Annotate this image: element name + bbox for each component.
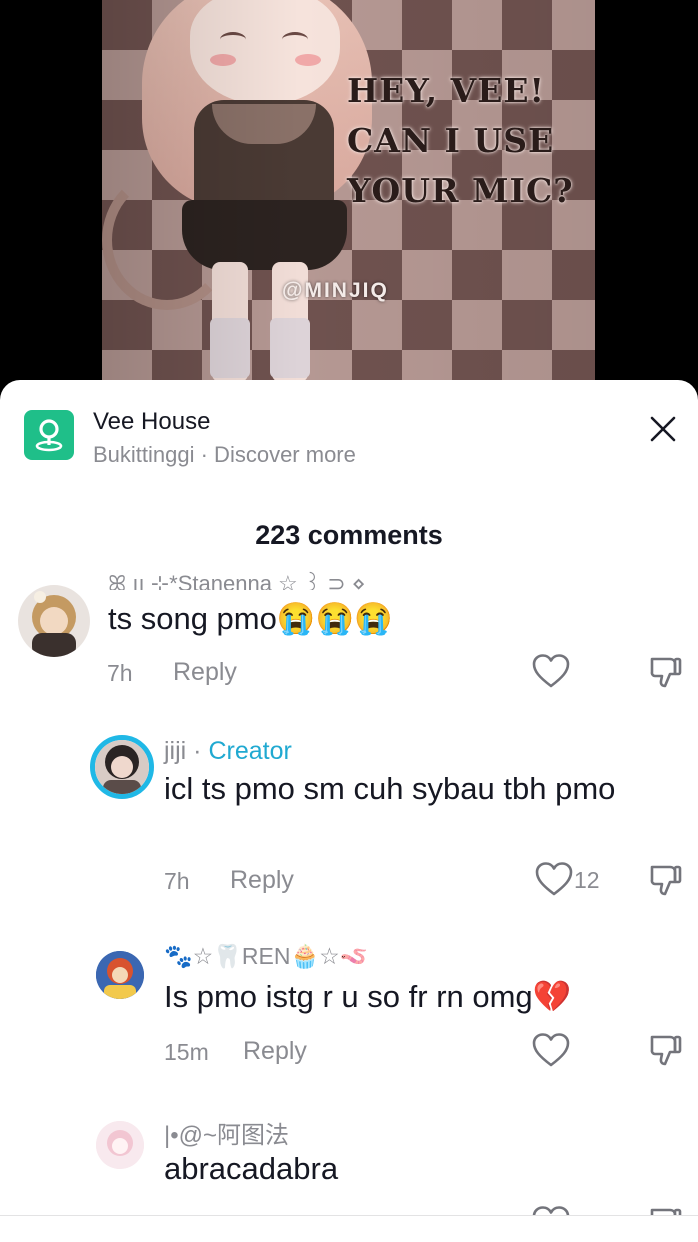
like-button[interactable]	[531, 1032, 571, 1068]
heart-icon	[532, 1033, 570, 1067]
comments-count: 223 comments	[255, 520, 443, 550]
reply-button[interactable]: Reply	[243, 1037, 307, 1066]
video-caption: HEY, VEE! CAN I USE YOUR MIC?	[347, 71, 574, 210]
reply-button[interactable]: Reply	[173, 658, 237, 687]
comment-username: jiji · Creator	[164, 737, 292, 766]
comment-username[interactable]: ꕤ ıı ⊹*Stanenna ☆ ꒱ ⊃ ⋄	[108, 568, 366, 590]
username-separator: ·	[193, 737, 202, 765]
place-title: Vee House	[93, 408, 211, 435]
comment-text: icl ts pmo sm cuh sybau tbh pmo	[164, 771, 616, 806]
heart-icon	[535, 862, 573, 896]
place-anchor[interactable]: Vee House Bukittinggi · Discover more	[24, 408, 698, 468]
video-player[interactable]: HEY, VEE! CAN I USE YOUR MIC? @MINJIQ	[102, 0, 595, 385]
comment-text: Is pmo istg r u so fr rn omg💔	[164, 979, 572, 1014]
creator-badge: Creator	[208, 737, 292, 765]
heart-icon	[532, 654, 570, 688]
location-pin-icon	[24, 410, 74, 460]
video-watermark: @MINJIQ	[282, 279, 389, 302]
like-button[interactable]	[534, 861, 574, 897]
comment-username[interactable]: 🐾☆🦷REN🧁☆🪱	[164, 943, 368, 970]
avatar[interactable]	[96, 1121, 144, 1169]
comment-item: 🐾☆🦷REN🧁☆🪱 Is pmo istg r u so fr rn omg💔 …	[0, 943, 698, 1083]
comment-username-name[interactable]: jiji	[164, 737, 186, 765]
avatar[interactable]	[90, 735, 154, 799]
thumbs-down-icon	[650, 657, 682, 688]
reply-button[interactable]: Reply	[230, 866, 294, 895]
comment-item: ꕤ ıı ⊹*Stanenna ☆ ꒱ ⊃ ⋄ ts song pmo😭😭😭 7…	[0, 570, 698, 700]
close-icon	[650, 416, 676, 442]
close-button[interactable]	[646, 412, 680, 446]
comment-username[interactable]: |•@~阿图法	[164, 1115, 289, 1150]
comment-time: 7h	[164, 868, 190, 894]
comment-time: 7h	[107, 660, 133, 686]
avatar[interactable]	[18, 585, 90, 657]
thumbs-down-icon	[650, 865, 682, 896]
dislike-button[interactable]	[648, 1032, 684, 1068]
comment-text: ts song pmo😭😭😭	[108, 601, 393, 636]
dislike-button[interactable]	[648, 862, 684, 898]
dislike-button[interactable]	[648, 654, 684, 690]
thumbs-down-icon	[650, 1035, 682, 1066]
place-subtitle[interactable]: Bukittinggi · Discover more	[93, 442, 356, 468]
comment-item: jiji · Creator icl ts pmo sm cuh sybau t…	[0, 735, 698, 910]
comment-time: 15m	[164, 1039, 209, 1065]
bottom-bar	[0, 1216, 698, 1242]
like-count: 12	[574, 867, 600, 893]
like-button[interactable]	[531, 653, 571, 689]
comment-text: abracadabra	[164, 1151, 339, 1186]
comments-sheet: Vee House Bukittinggi · Discover more 22…	[0, 380, 698, 1242]
avatar[interactable]	[96, 951, 144, 999]
